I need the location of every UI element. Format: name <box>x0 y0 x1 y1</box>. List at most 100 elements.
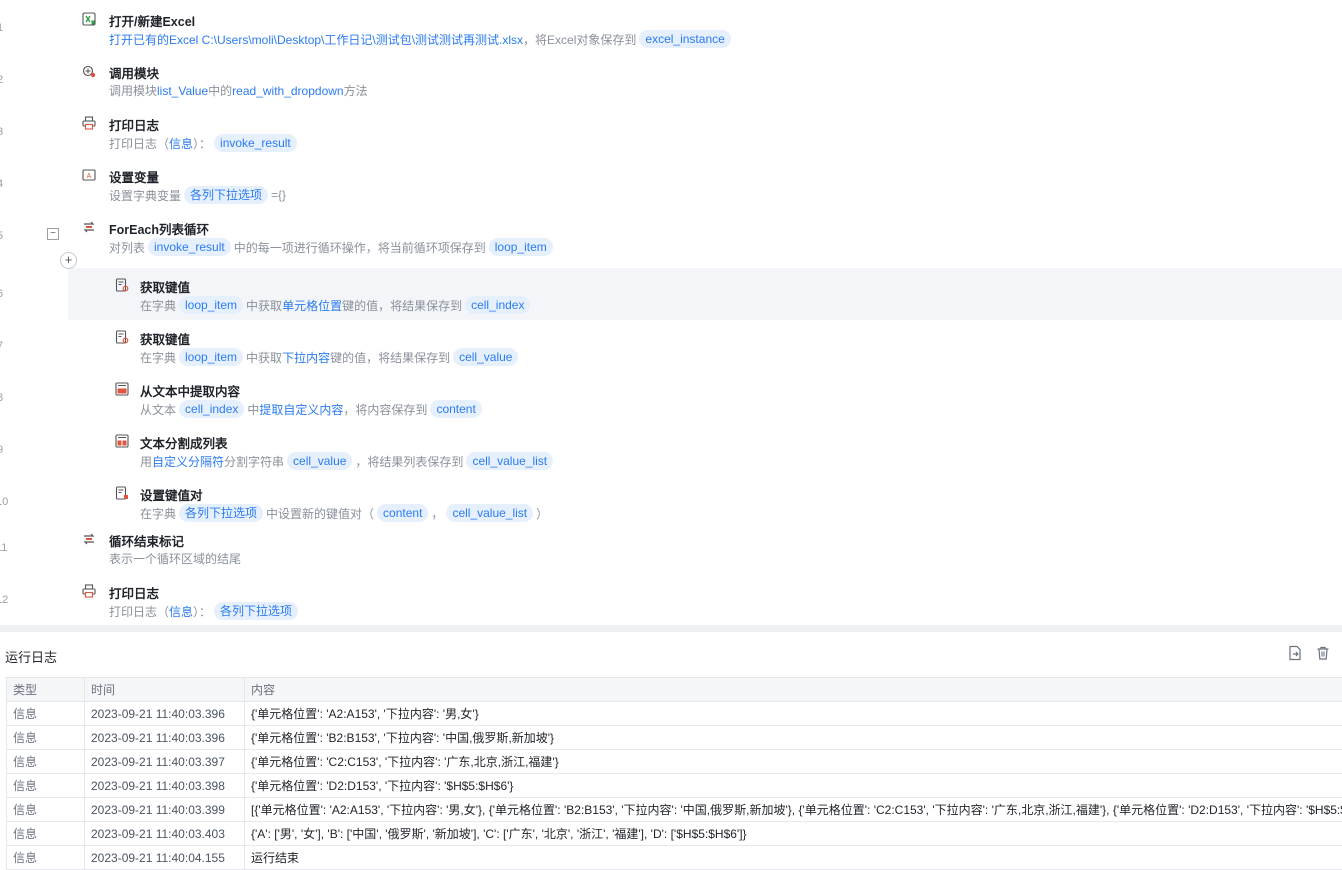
step-title: 设置变量 <box>109 167 159 186</box>
workflow-step[interactable]: 1打开/新建Excel打开已有的Excel C:\Users\moli\Desk… <box>0 0 1342 52</box>
panel-divider[interactable] <box>0 625 1342 632</box>
workflow-step[interactable]: 6获取键值在字典loop_item中获取单元格位置键的值，将结果保存到cell_… <box>68 268 1342 320</box>
step-title: 从文本中提取内容 <box>140 381 240 400</box>
workflow-canvas: 1打开/新建Excel打开已有的Excel C:\Users\moli\Desk… <box>0 0 1342 625</box>
log-cell-time: 2023-09-21 11:40:03.398 <box>85 774 245 798</box>
variable-chip[interactable]: loop_item <box>179 348 243 366</box>
description-text: 分割字符串 <box>224 453 284 470</box>
step-description: 打开已有的Excel C:\Users\moli\Desktop\工作日记\测试… <box>109 30 734 48</box>
run-log-title: 运行日志 <box>5 647 57 666</box>
workflow-step[interactable]: 8从文本中提取内容从文本cell_index中提取自定义内容，将内容保存到con… <box>68 372 1342 424</box>
line-number: 8 <box>0 392 15 404</box>
column-header-content[interactable]: 内容 <box>245 678 1342 702</box>
description-text: 打印日志（ <box>109 135 169 152</box>
description-text: 从文本 <box>140 401 176 418</box>
svg-text:A: A <box>87 173 92 180</box>
parameter-link[interactable]: read_with_dropdown <box>232 84 343 98</box>
step-description: 调用模块list_Value中的read_with_dropdown方法 <box>109 82 368 99</box>
description-text: ，将内容保存到 <box>343 401 427 418</box>
log-cell-time: 2023-09-21 11:40:03.396 <box>85 702 245 726</box>
variable-chip[interactable]: invoke_result <box>214 134 297 152</box>
description-text: 设置字典变量 <box>109 187 181 204</box>
log-cell-content: {'单元格位置': 'A2:A153', '下拉内容': '男,女'} <box>245 702 1342 726</box>
log-cell-type: 信息 <box>7 822 85 846</box>
description-text: 键的值，将结果保存到 <box>342 297 462 314</box>
workflow-step[interactable]: 11循环结束标记表示一个循环区域的结尾 <box>0 520 1342 572</box>
step-description: 设置字典变量各列下拉选项={} <box>109 186 286 204</box>
parameter-link[interactable]: 自定义分隔符 <box>152 453 224 470</box>
line-number: 4 <box>0 178 15 190</box>
run-log-panel: 运行日志 类型 时间 内容 信息2023-09-21 11:40:03.396{… <box>0 632 1342 865</box>
step-description: 对列表invoke_result中的每一项进行循环操作，将当前循环项保存到loo… <box>109 238 556 256</box>
step-title: 循环结束标记 <box>109 531 184 550</box>
variable-icon: A <box>82 168 96 182</box>
workflow-step[interactable]: 12打印日志打印日志（信息）：各列下拉选项 <box>0 572 1342 624</box>
column-header-type[interactable]: 类型 <box>7 678 85 702</box>
step-title: 打开/新建Excel <box>109 11 195 30</box>
workflow-step[interactable]: 4 A 设置变量设置字典变量各列下拉选项={} <box>0 156 1342 208</box>
description-text: 中 <box>247 401 259 418</box>
step-title: 获取键值 <box>140 277 190 296</box>
export-icon[interactable] <box>1287 645 1303 661</box>
variable-chip[interactable]: excel_instance <box>639 30 730 48</box>
variable-chip[interactable]: 各列下拉选项 <box>184 186 268 204</box>
variable-chip[interactable]: loop_item <box>489 238 553 256</box>
log-cell-content: {'单元格位置': 'B2:B153', '下拉内容': '中国,俄罗斯,新加坡… <box>245 726 1342 750</box>
log-cell-time: 2023-09-21 11:40:03.397 <box>85 750 245 774</box>
log-cell-content: {'单元格位置': 'C2:C153', '下拉内容': '广东,北京,浙江,福… <box>245 750 1342 774</box>
description-text: ，将Excel对象保存到 <box>523 31 636 48</box>
parameter-link[interactable]: 下拉内容 <box>282 349 330 366</box>
variable-chip[interactable]: cell_value_list <box>466 452 553 470</box>
variable-chip[interactable]: 各列下拉选项 <box>214 602 298 620</box>
step-title: 打印日志 <box>109 115 159 134</box>
workflow-step[interactable]: 7获取键值在字典loop_item中获取下拉内容键的值，将结果保存到cell_v… <box>68 320 1342 372</box>
log-row[interactable]: 信息2023-09-21 11:40:03.396{'单元格位置': 'A2:A… <box>7 702 1342 726</box>
line-number: 7 <box>0 340 15 352</box>
line-number: 11 <box>0 542 14 554</box>
line-number: 9 <box>0 444 15 456</box>
description-text: ={} <box>271 188 286 202</box>
log-cell-content: {'单元格位置': 'D2:D153', '下拉内容': '$H$5:$H$6'… <box>245 774 1342 798</box>
workflow-step[interactable]: 5ForEach列表循环对列表invoke_result中的每一项进行循环操作，… <box>0 208 1342 260</box>
log-row[interactable]: 信息2023-09-21 11:40:03.399[{'单元格位置': 'A2:… <box>7 798 1342 822</box>
step-title: 文本分割成列表 <box>140 433 228 452</box>
workflow-step[interactable]: 3打印日志打印日志（信息）：invoke_result <box>0 104 1342 156</box>
dict-get-icon <box>115 330 129 344</box>
add-step-button[interactable]: + <box>60 252 77 269</box>
parameter-link[interactable]: 信息 <box>169 135 193 152</box>
log-cell-type: 信息 <box>7 750 85 774</box>
parameter-link[interactable]: 信息 <box>169 603 193 620</box>
description-text: 打印日志（ <box>109 603 169 620</box>
column-header-time[interactable]: 时间 <box>85 678 245 702</box>
variable-chip[interactable]: cell_value <box>453 348 518 366</box>
variable-chip[interactable]: cell_value <box>287 452 352 470</box>
log-row[interactable]: 信息2023-09-21 11:40:03.398{'单元格位置': 'D2:D… <box>7 774 1342 798</box>
trash-icon[interactable] <box>1315 645 1331 661</box>
log-row[interactable]: 信息2023-09-21 11:40:03.403{'A': ['男', '女'… <box>7 822 1342 846</box>
description-text: ， <box>431 505 443 522</box>
description-text: 对列表 <box>109 239 145 256</box>
step-title: 获取键值 <box>140 329 190 348</box>
parameter-link[interactable]: 单元格位置 <box>282 297 342 314</box>
variable-chip[interactable]: loop_item <box>179 296 243 314</box>
log-row[interactable]: 信息2023-09-21 11:40:03.397{'单元格位置': 'C2:C… <box>7 750 1342 774</box>
parameter-link[interactable]: 打开已有的Excel C:\Users\moli\Desktop\工作日记\测试… <box>109 31 523 48</box>
log-cell-time: 2023-09-21 11:40:04.155 <box>85 846 245 870</box>
parameter-link[interactable]: 提取自定义内容 <box>259 401 343 418</box>
variable-chip[interactable]: content <box>430 400 481 418</box>
text-split-icon <box>115 434 129 448</box>
collapse-loop-button[interactable]: − <box>47 228 59 240</box>
workflow-step[interactable]: 2调用模块调用模块list_Value中的read_with_dropdown方… <box>0 52 1342 104</box>
log-row[interactable]: 信息2023-09-21 11:40:03.396{'单元格位置': 'B2:B… <box>7 726 1342 750</box>
log-cell-time: 2023-09-21 11:40:03.403 <box>85 822 245 846</box>
parameter-link[interactable]: list_Value <box>157 84 208 98</box>
log-row[interactable]: 信息2023-09-21 11:40:04.155运行结束 <box>7 846 1342 870</box>
variable-chip[interactable]: cell_index <box>179 400 244 418</box>
step-description: 打印日志（信息）：各列下拉选项 <box>109 602 301 620</box>
description-text: 中获取 <box>246 349 282 366</box>
workflow-step[interactable]: 9文本分割成列表用自定义分隔符分割字符串cell_value，将结果列表保存到c… <box>68 424 1342 476</box>
step-title: 打印日志 <box>109 583 159 602</box>
variable-chip[interactable]: invoke_result <box>148 238 231 256</box>
step-description: 从文本cell_index中提取自定义内容，将内容保存到content <box>140 400 485 418</box>
variable-chip[interactable]: cell_index <box>465 296 530 314</box>
